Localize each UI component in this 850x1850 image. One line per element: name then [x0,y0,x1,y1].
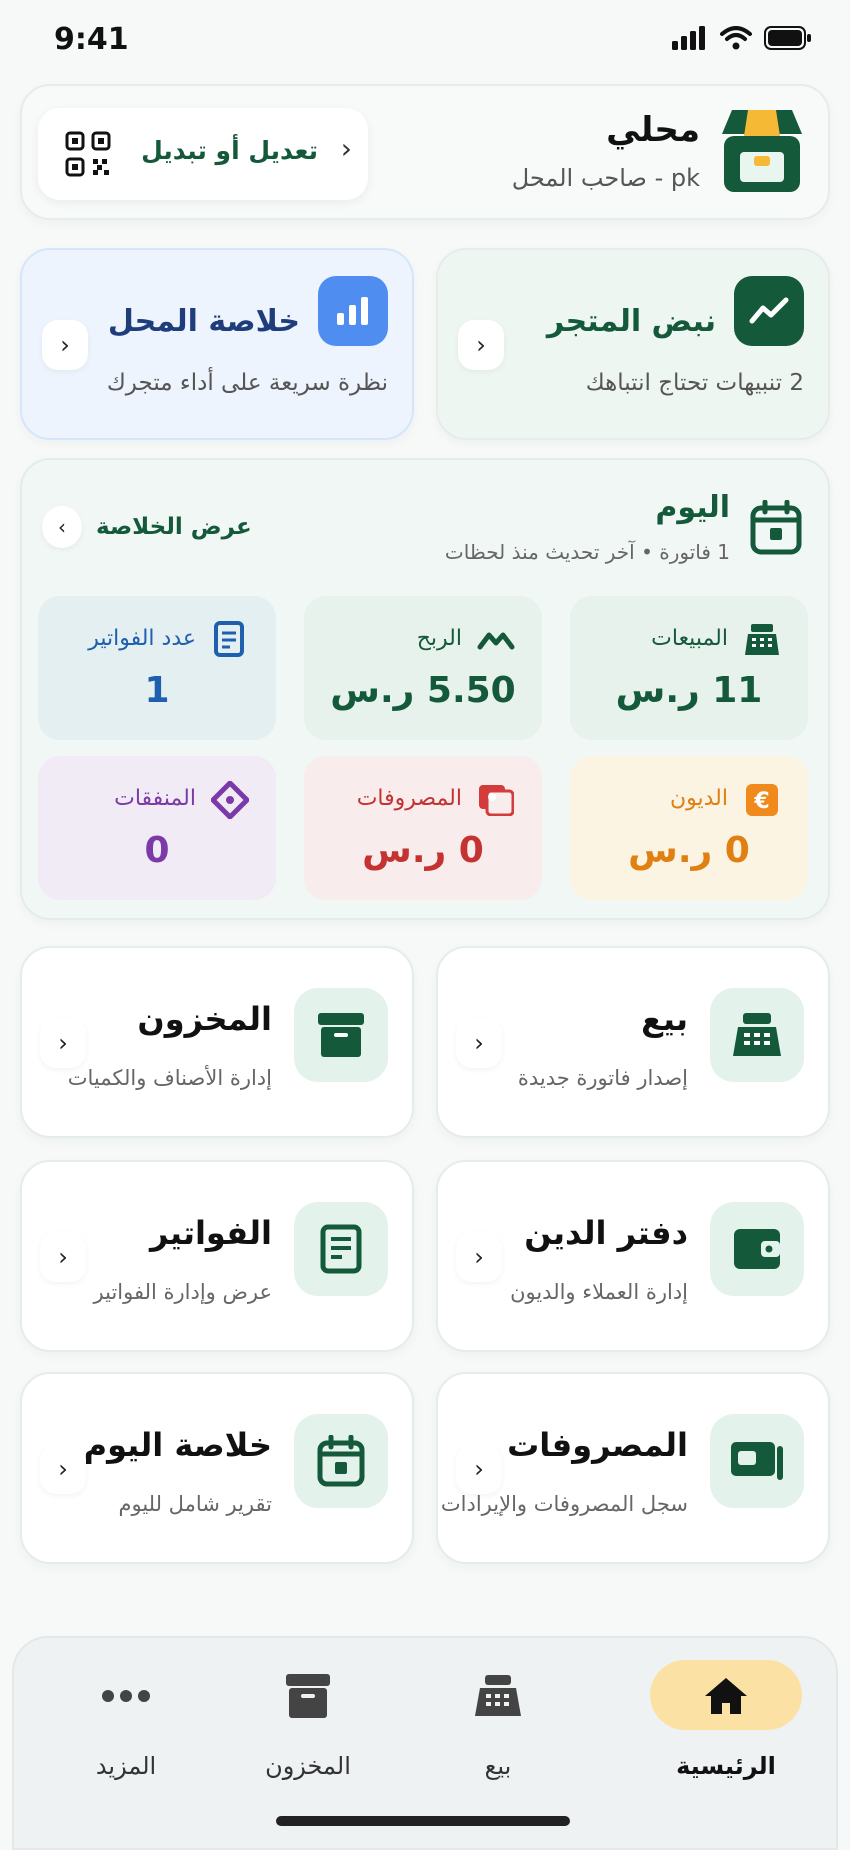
today-title: اليوم [655,490,730,525]
svg-text:€: € [753,789,769,814]
chevron-left-icon: ‹ [40,1018,86,1068]
nav-home-tab[interactable]: الرئيسية [650,1660,802,1790]
chevron-left-icon: ‹ [458,320,504,370]
stat-debts[interactable]: € الديون 0 ر.س [570,756,808,900]
menu-debt-book-title: دفتر الدين [524,1214,688,1252]
receipt-icon [210,620,250,660]
archive-box-icon [294,988,388,1082]
home-icon [696,1668,756,1724]
nav-more-tab[interactable]: المزيد [46,1660,206,1790]
edit-switch-label: تعديل أو تبديل [141,136,318,165]
nav-inventory-label: المخزون [265,1752,351,1780]
stat-expenses-label: المصروفات [356,786,462,811]
cash-register-icon [710,988,804,1082]
stat-spent-value: 0 [144,830,170,871]
cash-register-icon [742,620,782,660]
shop-summary-subtitle: نظرة سريعة على أداء متجرك [106,370,388,396]
receipt-icon [294,1202,388,1296]
store-icon [722,110,802,192]
menu-invoices[interactable]: الفواتير عرض وإدارة الفواتير ‹ [20,1160,414,1352]
stat-sales-label: المبيعات [651,626,728,651]
shop-summary-card[interactable]: خلاصة المحل نظرة سريعة على أداء متجرك ‹ [20,248,414,440]
shop-summary-title: خلاصة المحل [107,304,300,339]
menu-daily-summary-subtitle: تقرير شامل لليوم [118,1492,272,1516]
menu-inventory-title: المخزون [137,1000,272,1038]
store-pulse-card[interactable]: نبض المتجر 2 تنبيهات تحتاج انتباهك ‹ [436,248,830,440]
nav-sell-label: بيع [484,1752,512,1780]
stat-invoice-count-value: 1 [144,670,170,711]
chevron-left-icon: ‹ [42,320,88,370]
store-pulse-title: نبض المتجر [546,304,716,339]
menu-debt-book-subtitle: إدارة العملاء والديون [510,1280,688,1304]
stat-profit-value: 5.50 ر.س [330,670,516,711]
archive-box-icon [278,1668,338,1724]
diamond-icon [210,780,250,820]
more-dots-icon [96,1668,156,1724]
menu-sell-title: بيع [641,1000,688,1038]
stat-sales[interactable]: المبيعات 11 ر.س [570,596,808,740]
chevron-left-icon: ‹ [340,132,352,165]
status-icons [672,26,812,50]
trend-line-icon [734,276,804,346]
currency-badge-icon: € [742,780,782,820]
calendar-icon [750,500,802,555]
menu-expenses-subtitle: سجل المصروفات والإيرادات [440,1492,688,1516]
menu-daily-summary-title: خلاصة اليوم [83,1426,272,1464]
menu-expenses[interactable]: المصروفات سجل المصروفات والإيرادات ‹ [436,1372,830,1564]
menu-invoices-title: الفواتير [149,1214,272,1252]
view-summary-label: عرض الخلاصة [96,514,252,540]
today-subtitle: 1 فاتورة • آخر تحديث منذ لحظات [444,540,730,564]
menu-inventory[interactable]: المخزون إدارة الأصناف والكميات ‹ [20,946,414,1138]
stat-expenses-value: 0 ر.س [362,830,484,871]
stat-profit-label: الربح [416,626,462,651]
stat-profit[interactable]: الربح 5.50 ر.س [304,596,542,740]
stat-sales-value: 11 ر.س [615,670,763,711]
home-indicator[interactable] [276,1816,570,1826]
bar-chart-icon [318,276,388,346]
chevron-left-icon: ‹ [42,506,82,548]
store-pulse-subtitle: 2 تنبيهات تحتاج انتباهك [585,370,804,396]
menu-daily-summary[interactable]: خلاصة اليوم تقرير شامل لليوم ‹ [20,1372,414,1564]
shop-header-card: محلي pk - صاحب المحل ‹ تعديل أو تبديل [20,84,830,220]
today-summary-panel: اليوم 1 فاتورة • آخر تحديث منذ لحظات ‹ ع… [20,458,830,920]
battery-icon [764,26,811,50]
qr-code-icon [52,118,124,190]
profit-wave-icon [476,620,516,660]
chevron-left-icon: ‹ [456,1444,502,1494]
chevron-left-icon: ‹ [456,1018,502,1068]
edit-switch-shop-button[interactable]: ‹ تعديل أو تبديل [38,108,368,200]
wallet-icon [710,1202,804,1296]
menu-sell[interactable]: بيع إصدار فاتورة جديدة ‹ [436,946,830,1138]
nav-home-label: الرئيسية [676,1752,776,1780]
chevron-left-icon: ‹ [456,1232,502,1282]
status-time: 9:41 [54,22,129,57]
stat-spent[interactable]: المنفقات 0 [38,756,276,900]
stat-spent-label: المنفقات [114,786,196,811]
calendar-icon [294,1414,388,1508]
menu-invoices-subtitle: عرض وإدارة الفواتير [93,1280,272,1304]
menu-expenses-title: المصروفات [507,1426,688,1464]
signal-icon [672,26,705,50]
stat-debts-value: 0 ر.س [628,830,750,871]
nav-inventory-tab[interactable]: المخزون [228,1660,388,1790]
stat-expenses[interactable]: المصروفات 0 ر.س [304,756,542,900]
wifi-icon [720,26,752,50]
chevron-left-icon: ‹ [40,1444,86,1494]
menu-sell-subtitle: إصدار فاتورة جديدة [517,1066,688,1090]
view-summary-button[interactable]: ‹ عرض الخلاصة [42,506,252,548]
stat-invoice-count-label: عدد الفواتير [88,626,196,651]
nav-more-label: المزيد [95,1752,157,1780]
shop-name: محلي [606,110,700,150]
menu-inventory-subtitle: إدارة الأصناف والكميات [67,1066,272,1090]
expense-icon [476,780,516,820]
status-bar: 9:41 [0,0,850,80]
shop-owner-subtitle: pk - صاحب المحل [511,164,700,192]
chevron-left-icon: ‹ [40,1232,86,1282]
banknote-icon [710,1414,804,1508]
stat-invoice-count[interactable]: عدد الفواتير 1 [38,596,276,740]
menu-debt-book[interactable]: دفتر الدين إدارة العملاء والديون ‹ [436,1160,830,1352]
stat-debts-label: الديون [669,786,728,811]
cash-register-icon [468,1668,528,1724]
nav-sell-tab[interactable]: بيع [418,1660,578,1790]
